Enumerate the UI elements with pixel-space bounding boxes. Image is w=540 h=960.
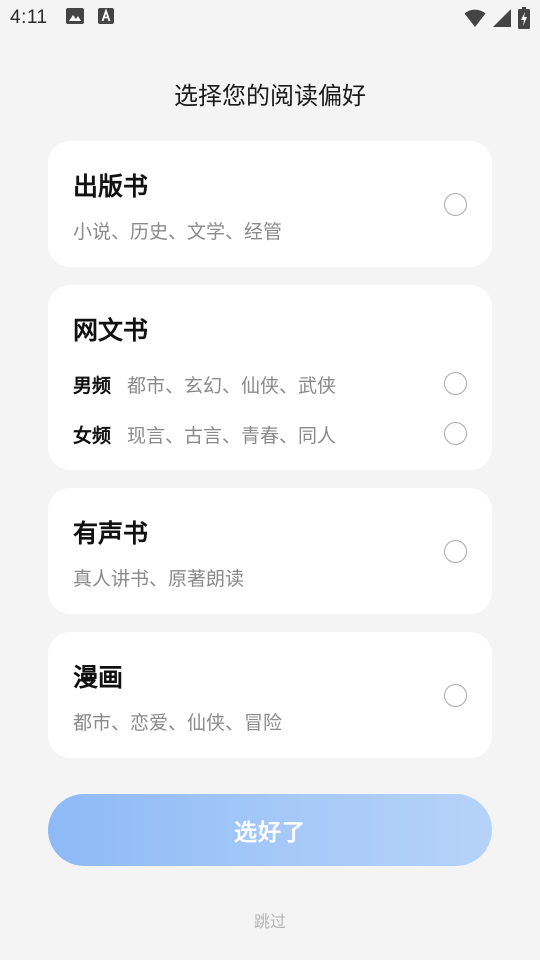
- card-title: 漫画: [73, 663, 124, 692]
- radio-audio[interactable]: [444, 540, 467, 563]
- preference-card-comic[interactable]: 漫画 都市、恋爱、仙侠、冒险: [48, 632, 492, 758]
- radio-comic[interactable]: [444, 684, 467, 707]
- status-time: 4:11: [10, 7, 48, 28]
- preference-card-audio[interactable]: 有声书 真人讲书、原著朗读: [48, 488, 492, 614]
- status-notification-icons: [65, 8, 114, 28]
- image-icon: [65, 8, 84, 28]
- signal-icon: [492, 8, 512, 32]
- radio-male[interactable]: [444, 372, 467, 395]
- radio-female[interactable]: [444, 422, 467, 445]
- preference-card-web-novel: 网文书 男频 都市、玄幻、仙侠、武侠 女频 现言、古言、青春、同人: [48, 285, 492, 470]
- skip-link[interactable]: 跳过: [0, 908, 540, 932]
- card-title: 有声书: [73, 519, 149, 548]
- confirm-button[interactable]: 选好了: [48, 794, 492, 866]
- card-title: 出版书: [73, 172, 149, 201]
- row-text: 现言、古言、青春、同人: [127, 425, 337, 447]
- card-subtitle: 小说、历史、文学、经管: [73, 221, 283, 243]
- status-bar: 4:11: [0, 0, 540, 36]
- battery-charging-icon: [518, 7, 530, 33]
- row-text: 都市、玄幻、仙侠、武侠: [127, 375, 337, 397]
- radio-published[interactable]: [444, 193, 467, 216]
- preference-card-published[interactable]: 出版书 小说、历史、文学、经管: [48, 141, 492, 267]
- card-subtitle: 真人讲书、原著朗读: [73, 568, 245, 590]
- row-label: 女频: [73, 425, 112, 447]
- page-title: 选择您的阅读偏好: [174, 82, 366, 110]
- font-download-icon: [97, 8, 114, 28]
- card-title: 网文书: [73, 316, 149, 345]
- card-subtitle: 都市、恋爱、仙侠、冒险: [73, 712, 283, 734]
- row-label: 男频: [73, 375, 112, 397]
- status-system-icons: [464, 7, 530, 33]
- wifi-icon: [464, 8, 486, 32]
